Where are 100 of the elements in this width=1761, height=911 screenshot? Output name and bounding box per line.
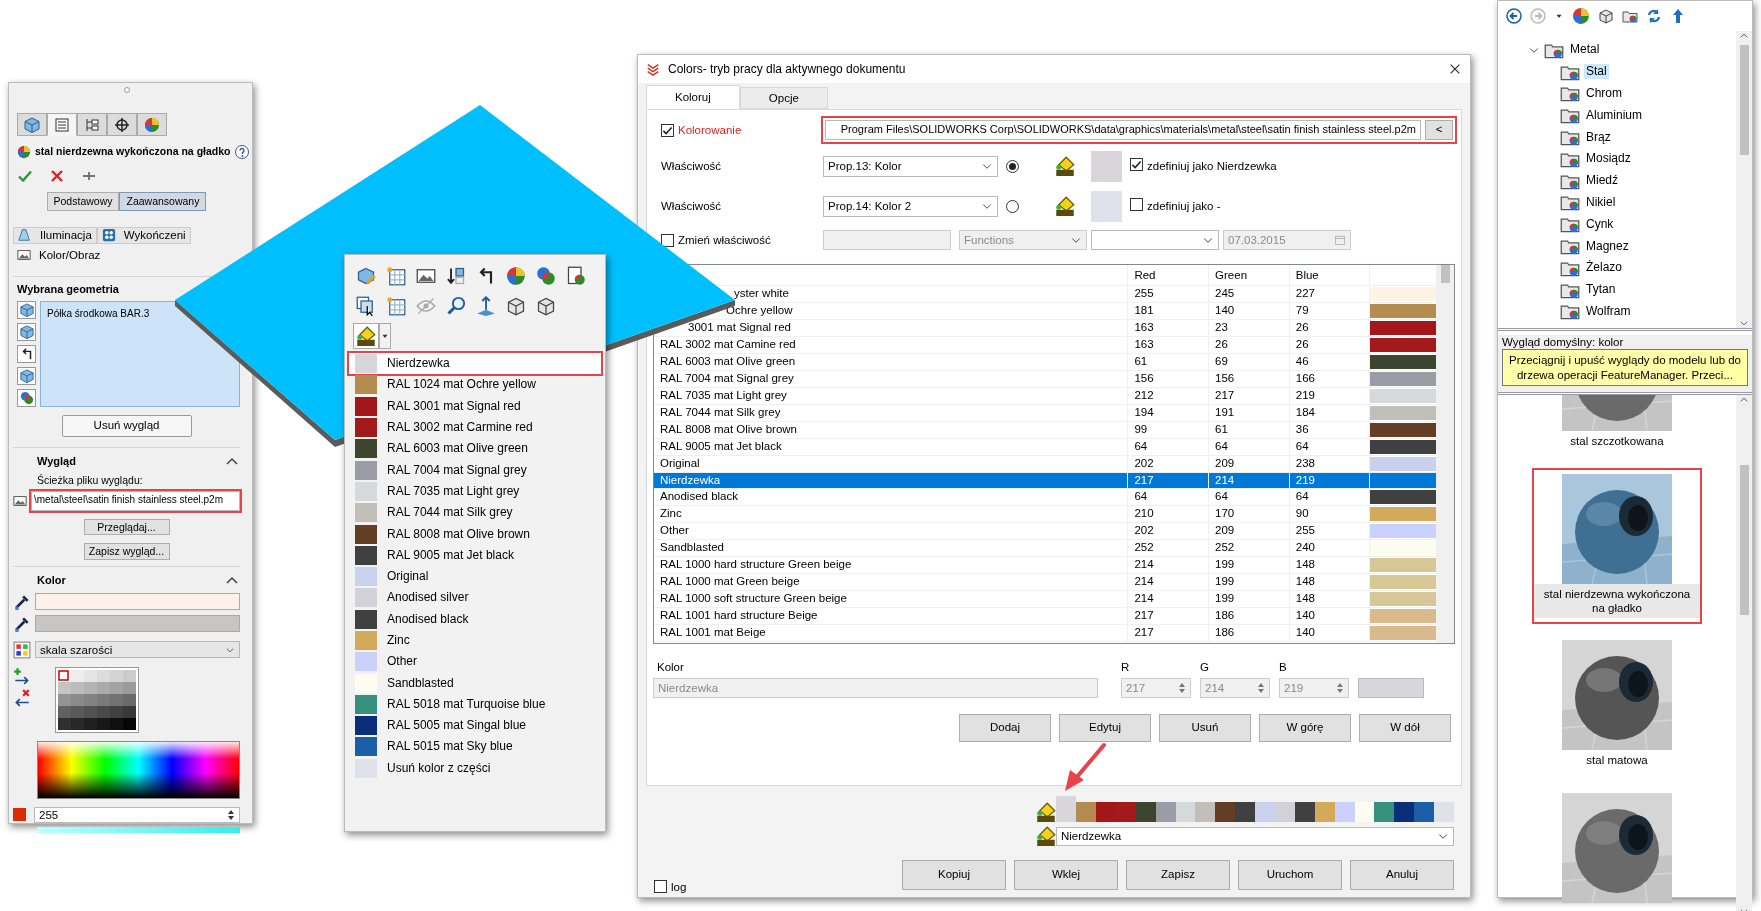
table-row[interactable]: Anodised black 64 64 64 — [654, 488, 1437, 505]
action-button[interactable]: W górę — [1259, 714, 1351, 743]
menu-item[interactable]: RAL 5015 mat Sky blue — [349, 736, 601, 758]
tree-item[interactable]: Magnez — [1584, 238, 1631, 254]
menu-item[interactable]: Nierdzewka — [349, 353, 601, 375]
section-tab[interactable]: Wykończeni — [96, 226, 191, 244]
scroll-up-icon[interactable] — [1739, 31, 1749, 41]
palette-swatch[interactable] — [1095, 802, 1116, 822]
menu-item[interactable]: Sandblasted — [349, 672, 601, 694]
scrollbar-thumb[interactable] — [1441, 265, 1450, 283]
tree-item[interactable]: Mosiądz — [1584, 151, 1633, 167]
diamond-sign-icon[interactable] — [1055, 196, 1075, 216]
tree-item[interactable]: Metal — [1568, 42, 1602, 58]
section-tab[interactable]: Iluminacja — [13, 226, 97, 244]
action-button[interactable]: Edytuj — [1059, 714, 1151, 743]
color-field[interactable] — [35, 593, 240, 611]
menu-item[interactable]: RAL 9005 mat Jet black — [349, 544, 601, 566]
path-field[interactable]: Program Files\SOLIDWORKS Corp\SOLIDWORKS\data\graphics\materials\metal\steel\satin finish stainless steel.p2m — [825, 120, 1421, 140]
grayscale-grid[interactable] — [55, 666, 139, 733]
add-arrow-icon[interactable] — [13, 666, 31, 685]
tree-item[interactable]: Miedź — [1584, 173, 1620, 189]
table-row[interactable]: RAL 3002 mat Camine red 163 26 26 — [654, 336, 1437, 353]
tree-item[interactable]: Tytan — [1584, 282, 1618, 298]
menu-item[interactable]: RAL 6003 mat Olive green — [349, 438, 601, 460]
palette-swatch[interactable] — [1155, 802, 1176, 822]
table-row[interactable]: RAL 1000 mat Green beige 214 199 148 — [654, 573, 1437, 590]
back-icon[interactable] — [1506, 8, 1522, 24]
spinner-arrows-icon[interactable] — [227, 808, 235, 821]
appearance-tile[interactable]: stal nierdzewna wykończona na gładko — [1534, 469, 1700, 623]
action-button[interactable]: Anuluj — [1350, 860, 1454, 890]
diamond-sign-icon[interactable] — [1036, 802, 1057, 822]
action-button[interactable]: Dodaj — [959, 714, 1051, 743]
palette-swatch[interactable] — [1434, 802, 1454, 822]
menu-item[interactable]: RAL 3002 mat Carmine red — [349, 416, 601, 439]
menu-item[interactable]: RAL 5018 mat Turquoise blue — [349, 693, 601, 716]
property-dropdown[interactable]: Prop.14: Kolor 2 — [823, 195, 998, 217]
action-button[interactable]: Wklej — [1014, 860, 1118, 890]
diamond-sign-icon[interactable] — [1036, 826, 1056, 846]
sphere-icon[interactable] — [1572, 7, 1590, 25]
palette-swatch[interactable] — [1076, 802, 1096, 822]
checkbox[interactable] — [661, 233, 674, 247]
grip-handle[interactable] — [123, 87, 130, 93]
checkbox[interactable] — [1130, 197, 1143, 211]
menu-item[interactable]: RAL 7044 mat Silk grey — [349, 502, 601, 524]
up-arrow-icon[interactable] — [1670, 8, 1686, 24]
menu-item[interactable]: Other — [349, 651, 601, 673]
palette-swatch[interactable] — [1195, 802, 1216, 822]
tree-item[interactable]: Stal — [1584, 64, 1609, 80]
table-row[interactable]: RAL 1001 mat Beige 217 186 140 — [654, 624, 1437, 641]
menu-item[interactable]: RAL 7035 mat Light grey — [349, 480, 601, 503]
path-field[interactable]: \metal\steel\satin finish stainless steel.p2m — [31, 490, 240, 511]
mode-button[interactable]: Zaawansowany — [119, 192, 207, 211]
palette-swatch[interactable] — [1374, 802, 1395, 822]
input-field[interactable] — [823, 230, 951, 250]
palette-swatch[interactable] — [1056, 796, 1077, 822]
remove-arrow-icon[interactable] — [13, 688, 31, 707]
palette-swatch[interactable] — [1354, 802, 1375, 822]
palette-swatch[interactable] — [1314, 802, 1335, 822]
palette-swatch[interactable] — [1235, 802, 1256, 822]
filter-button[interactable] — [17, 344, 36, 363]
menu-item[interactable]: RAL 7004 mat Signal grey — [349, 459, 601, 481]
refresh-icon[interactable] — [1646, 8, 1662, 24]
tree-item[interactable]: Nikiel — [1584, 194, 1618, 210]
browse-button[interactable]: Przeglądaj... — [83, 518, 170, 536]
palette-swatch[interactable] — [1414, 802, 1435, 822]
column-header[interactable]: Green — [1208, 265, 1290, 285]
collapse-button[interactable]: < — [1425, 120, 1453, 140]
list-item[interactable]: Półka środkowa BAR.3 — [47, 307, 150, 321]
save-appearance-button[interactable]: Zapisz wygląd... — [83, 543, 170, 560]
appearance-tile[interactable]: stal matowa — [1534, 636, 1700, 775]
color-dropdown[interactable]: Nierdzewka — [1056, 826, 1454, 846]
tree-item[interactable]: Żelazo — [1584, 260, 1625, 276]
tree-item[interactable]: Brąz — [1584, 129, 1613, 145]
table-row[interactable]: RAL 7035 mat Light grey 212 217 219 — [654, 387, 1437, 404]
appearance-tile[interactable]: stal szczotkowana — [1534, 395, 1700, 456]
table-row[interactable]: Other 202 209 255 — [654, 522, 1437, 539]
checkbox[interactable] — [654, 880, 667, 894]
radio-button[interactable] — [1006, 199, 1019, 213]
tree-item[interactable]: Cynk — [1584, 216, 1616, 232]
palette-swatch[interactable] — [1215, 802, 1236, 822]
remove-appearance-button[interactable]: Usuń wygląd — [61, 414, 192, 437]
table-row[interactable]: Sandblasted 252 252 240 — [654, 539, 1437, 556]
folder-icon[interactable] — [1622, 8, 1638, 24]
action-button[interactable]: Kopiuj — [902, 860, 1006, 890]
property-dropdown[interactable]: Prop.13: Kolor — [823, 155, 998, 177]
palette-swatch[interactable] — [1275, 802, 1295, 822]
action-button[interactable]: Zapisz — [1126, 860, 1230, 890]
table-row[interactable]: Original 202 209 238 — [654, 455, 1437, 472]
action-button[interactable]: Uruchom — [1238, 860, 1342, 890]
scrollbar[interactable] — [1736, 31, 1752, 328]
table-row[interactable]: RAL 9005 mat Jet black 64 64 64 — [654, 438, 1437, 455]
subsection-label[interactable]: Kolor/Obraz — [39, 247, 101, 262]
checkbox[interactable] — [661, 123, 674, 137]
color-spectrum[interactable] — [37, 740, 240, 799]
table-row[interactable]: Zinc 210 170 90 — [654, 505, 1437, 522]
palette-swatch[interactable] — [1394, 802, 1415, 822]
panel-tab[interactable] — [107, 113, 137, 136]
radio-button[interactable] — [1006, 159, 1019, 173]
action-button[interactable]: Usuń — [1159, 714, 1251, 743]
toolbar-button[interactable] — [353, 323, 379, 349]
